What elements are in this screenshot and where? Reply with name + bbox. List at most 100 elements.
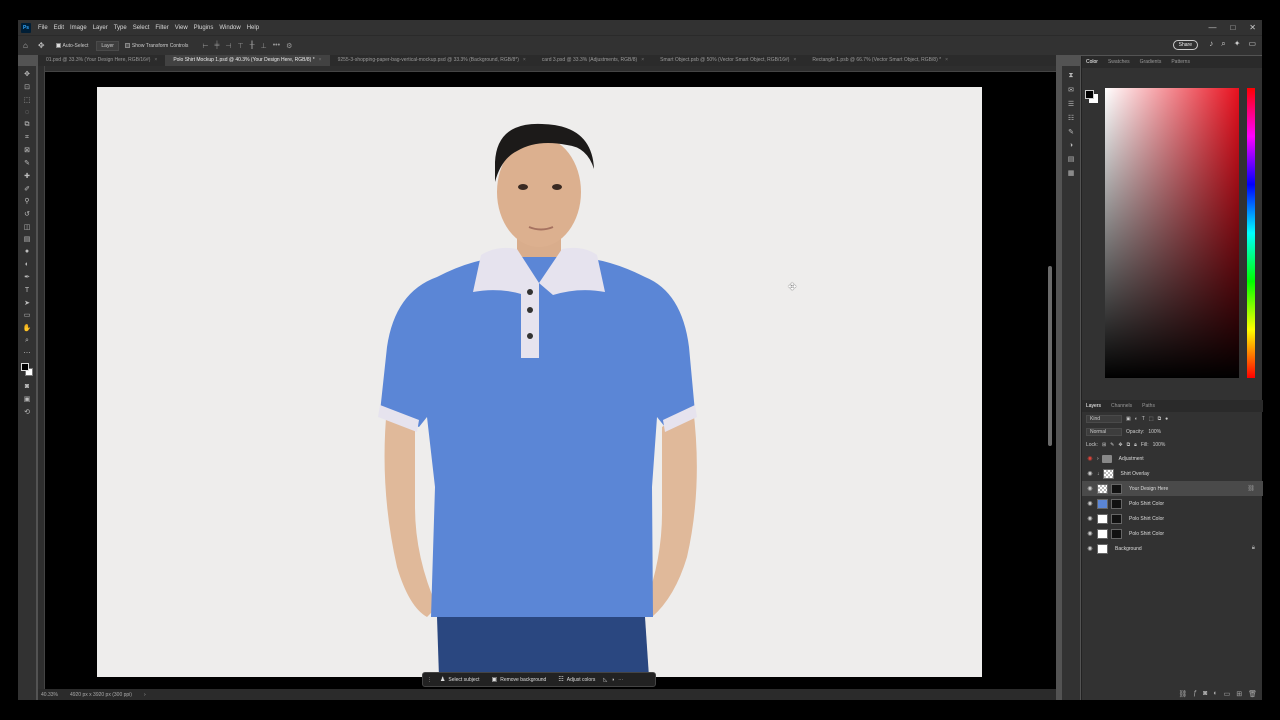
adjustment-layer-icon[interactable]: ◐	[1213, 690, 1217, 698]
tab-close-icon[interactable]: ×	[793, 57, 796, 63]
clone-stamp-tool-icon[interactable]: ⚲	[21, 195, 33, 208]
move-tool-icon[interactable]: ✥	[21, 68, 33, 81]
layer-row[interactable]: ◉ ↓ Shirt Overlay	[1082, 466, 1263, 481]
filter-smart-icon[interactable]: ⧉	[1158, 416, 1162, 422]
align-center-icon[interactable]: ╪	[214, 42, 219, 50]
status-arrow-icon[interactable]: ›	[144, 692, 146, 698]
align-left-icon[interactable]: ⊢	[202, 42, 208, 50]
menu-type[interactable]: Type	[111, 25, 130, 31]
marquee-tool-icon[interactable]: ⬚	[21, 93, 33, 106]
new-group-icon[interactable]: ▭	[1224, 690, 1231, 698]
move-tool-icon[interactable]: ✥	[38, 41, 45, 50]
document-canvas[interactable]	[97, 87, 982, 677]
close-icon[interactable]: ✕	[1249, 23, 1256, 32]
menu-file[interactable]: File	[35, 25, 51, 31]
filter-type-icon[interactable]: T	[1142, 416, 1145, 422]
filter-shape-icon[interactable]: ⬚	[1149, 416, 1154, 422]
tab-paths[interactable]: Paths	[1142, 403, 1155, 409]
tab-close-icon[interactable]: ×	[154, 57, 157, 63]
show-transform-controls-checkbox[interactable]: Show Transform Controls	[124, 43, 188, 49]
maximize-icon[interactable]: □	[1230, 23, 1235, 32]
libraries-icon[interactable]: ▤	[1068, 155, 1075, 163]
type-tool-icon[interactable]: T	[21, 284, 33, 297]
crop-tool-icon[interactable]: ⌗	[21, 131, 33, 144]
eyedropper-tool-icon[interactable]: ✎	[21, 157, 33, 170]
tab-patterns[interactable]: Patterns	[1171, 59, 1190, 65]
visibility-eye-icon[interactable]: ◉	[1086, 545, 1094, 552]
edit-toolbar-icon[interactable]: ⋯	[21, 347, 33, 360]
tab-polo-shirt-mockup[interactable]: Polo Shirt Mockup 1.psd @ 40.3% (Your De…	[165, 55, 330, 66]
brush-settings-icon[interactable]: ✎	[1068, 128, 1074, 136]
dodge-tool-icon[interactable]: ◐	[21, 258, 33, 271]
lasso-tool-icon[interactable]: ◌	[21, 106, 33, 119]
transform-icon[interactable]: ◺	[603, 677, 607, 683]
lock-pixels-icon[interactable]: ⊞	[1102, 442, 1106, 448]
menu-filter[interactable]: Filter	[152, 25, 171, 31]
workspace-icon[interactable]: ▭	[1248, 39, 1256, 49]
tab-swatches[interactable]: Swatches	[1108, 59, 1130, 65]
pen-tool-icon[interactable]: ✒	[21, 271, 33, 284]
quick-mask-icon[interactable]: ◙	[21, 380, 33, 393]
visibility-eye-icon[interactable]: ◉	[1086, 455, 1094, 462]
fill-value[interactable]: 100%	[1153, 442, 1166, 448]
blur-tool-icon[interactable]: ●	[21, 246, 33, 259]
new-layer-icon[interactable]: ⊞	[1236, 690, 1242, 698]
menu-help[interactable]: Help	[244, 25, 262, 31]
healing-brush-tool-icon[interactable]: ✚	[21, 170, 33, 183]
lock-all-icon[interactable]: 🔒︎	[1134, 442, 1137, 448]
menu-window[interactable]: Window	[216, 25, 243, 31]
expand-arrow-icon[interactable]: ›	[1097, 456, 1099, 462]
gradient-tool-icon[interactable]: ▤	[21, 233, 33, 246]
tab-document-3[interactable]: 9255-3-shopping-paper-bag-vertical-mocku…	[330, 55, 534, 66]
visibility-eye-icon[interactable]: ◉	[1086, 530, 1094, 537]
blend-mode-dropdown[interactable]: Normal	[1086, 427, 1122, 436]
discover-icon[interactable]: ✦	[1234, 39, 1241, 49]
tab-document-1[interactable]: 01.psd @ 33.3% (Your Design Here, RGB/16…	[38, 55, 165, 66]
eraser-tool-icon[interactable]: ◫	[21, 220, 33, 233]
object-select-tool-icon[interactable]: ⧉	[21, 119, 33, 132]
foreground-background-swatches[interactable]	[21, 362, 33, 377]
brush-tool-icon[interactable]: ✐	[21, 182, 33, 195]
visibility-eye-icon[interactable]: ◉	[1086, 515, 1094, 522]
menu-select[interactable]: Select	[130, 25, 153, 31]
visibility-eye-icon[interactable]: ◉	[1086, 500, 1094, 507]
foreground-color-swatch[interactable]	[21, 362, 29, 371]
search-icon[interactable]: ⌕	[1221, 39, 1225, 49]
rectangle-tool-icon[interactable]: ▭	[21, 309, 33, 322]
tab-document-6[interactable]: Rectangle 1.psb @ 66.7% (Vector Smart Ob…	[804, 55, 956, 66]
tab-close-icon[interactable]: ×	[319, 57, 322, 63]
adjust-colors-button[interactable]: ☷ Adjust colors	[554, 676, 599, 684]
horizontal-ruler[interactable]	[38, 66, 1056, 72]
lock-artboard-icon[interactable]: ⧉	[1127, 442, 1131, 448]
tab-document-5[interactable]: Smart Object.psb @ 50% (Vector Smart Obj…	[652, 55, 804, 66]
tab-close-icon[interactable]: ×	[523, 57, 526, 63]
layer-row[interactable]: ◉ Polo Shirt Color	[1082, 526, 1263, 541]
add-mask-icon[interactable]: ◙	[1203, 690, 1207, 698]
document-workspace[interactable]	[38, 66, 1056, 700]
tab-channels[interactable]: Channels	[1111, 403, 1132, 409]
mask-icon[interactable]: ◑	[611, 677, 614, 683]
visibility-eye-icon[interactable]: ◉	[1086, 485, 1094, 492]
align-top-icon[interactable]: ⊤	[238, 42, 244, 50]
tab-document-4[interactable]: card 3.psd @ 33.3% (Adjustments, RGB/8) ×	[534, 55, 652, 66]
menu-plugins[interactable]: Plugins	[191, 25, 217, 31]
auto-select-target-dropdown[interactable]: Layer	[96, 40, 119, 51]
artboard-tool-icon[interactable]: ⊡	[21, 81, 33, 94]
vertical-scrollbar[interactable]	[1048, 266, 1052, 446]
layer-row-selected[interactable]: ◉ Your Design Here ⛓	[1082, 481, 1263, 496]
tab-close-icon[interactable]: ×	[945, 57, 948, 63]
align-bottom-icon[interactable]: ⊥	[261, 42, 267, 50]
path-select-tool-icon[interactable]: ➤	[21, 296, 33, 309]
menu-view[interactable]: View	[172, 25, 191, 31]
generative-icon[interactable]: ⟲	[21, 405, 33, 418]
styles-icon[interactable]: ◑	[1069, 142, 1073, 149]
layer-row[interactable]: ◉ Polo Shirt Color	[1082, 511, 1263, 526]
adjustments-icon[interactable]: ☰	[1068, 100, 1074, 108]
auto-select-checkbox[interactable]: Auto-Select	[55, 43, 88, 49]
home-icon[interactable]: ⌂	[23, 41, 28, 50]
layer-row[interactable]: ◉ › Adjustment	[1082, 451, 1263, 466]
more-options-icon[interactable]: •••	[273, 42, 280, 50]
history-brush-tool-icon[interactable]: ↺	[21, 208, 33, 221]
filter-pixel-icon[interactable]: ▣	[1126, 416, 1131, 422]
fx-icon[interactable]: ƒ	[1193, 690, 1197, 698]
